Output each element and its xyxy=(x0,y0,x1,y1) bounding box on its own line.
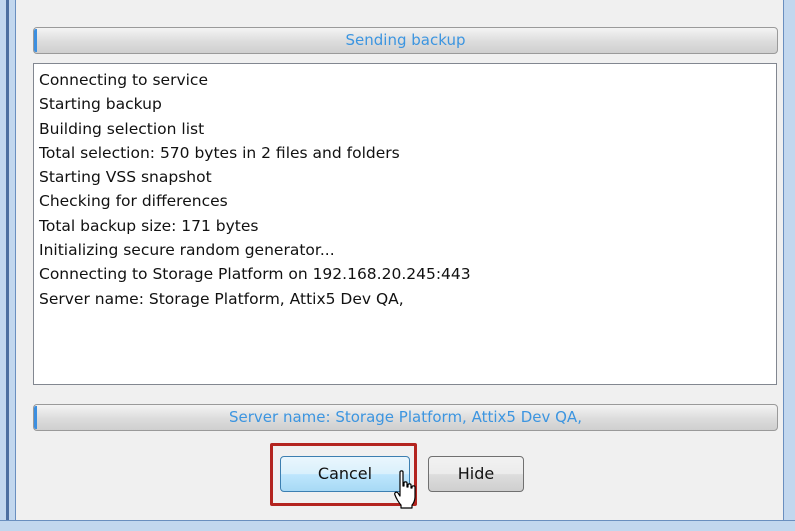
hand-pointer-icon xyxy=(394,470,416,509)
backup-log[interactable]: Connecting to service Starting backup Bu… xyxy=(33,63,777,385)
backup-progress-dialog: Sending backup Connecting to service Sta… xyxy=(0,0,795,531)
log-line: Starting VSS snapshot xyxy=(39,168,212,187)
log-line: Total selection: 570 bytes in 2 files an… xyxy=(39,143,400,162)
status-accent xyxy=(34,406,37,429)
progress-title-text: Sending backup xyxy=(345,31,466,49)
log-line: Server name: Storage Platform, Attix5 De… xyxy=(39,289,404,308)
status-message-bar: Server name: Storage Platform, Attix5 De… xyxy=(33,404,778,431)
window-frame-left xyxy=(0,0,16,530)
window-frame-bottom xyxy=(0,520,795,531)
log-line: Connecting to Storage Platform on 192.16… xyxy=(39,265,471,284)
log-line: Total backup size: 171 bytes xyxy=(39,216,259,235)
log-line: Connecting to service xyxy=(39,71,208,89)
log-line: Starting backup xyxy=(39,95,162,114)
progress-accent xyxy=(34,29,37,52)
window-frame-right xyxy=(783,0,795,530)
hide-button[interactable]: Hide xyxy=(428,456,524,492)
progress-title-bar: Sending backup xyxy=(33,27,778,54)
log-line: Initializing secure random generator... xyxy=(39,241,335,260)
log-line: Building selection list xyxy=(39,119,205,138)
log-line: Checking for differences xyxy=(39,192,228,211)
status-message-text: Server name: Storage Platform, Attix5 De… xyxy=(229,408,582,426)
cancel-button[interactable]: Cancel xyxy=(280,456,410,492)
